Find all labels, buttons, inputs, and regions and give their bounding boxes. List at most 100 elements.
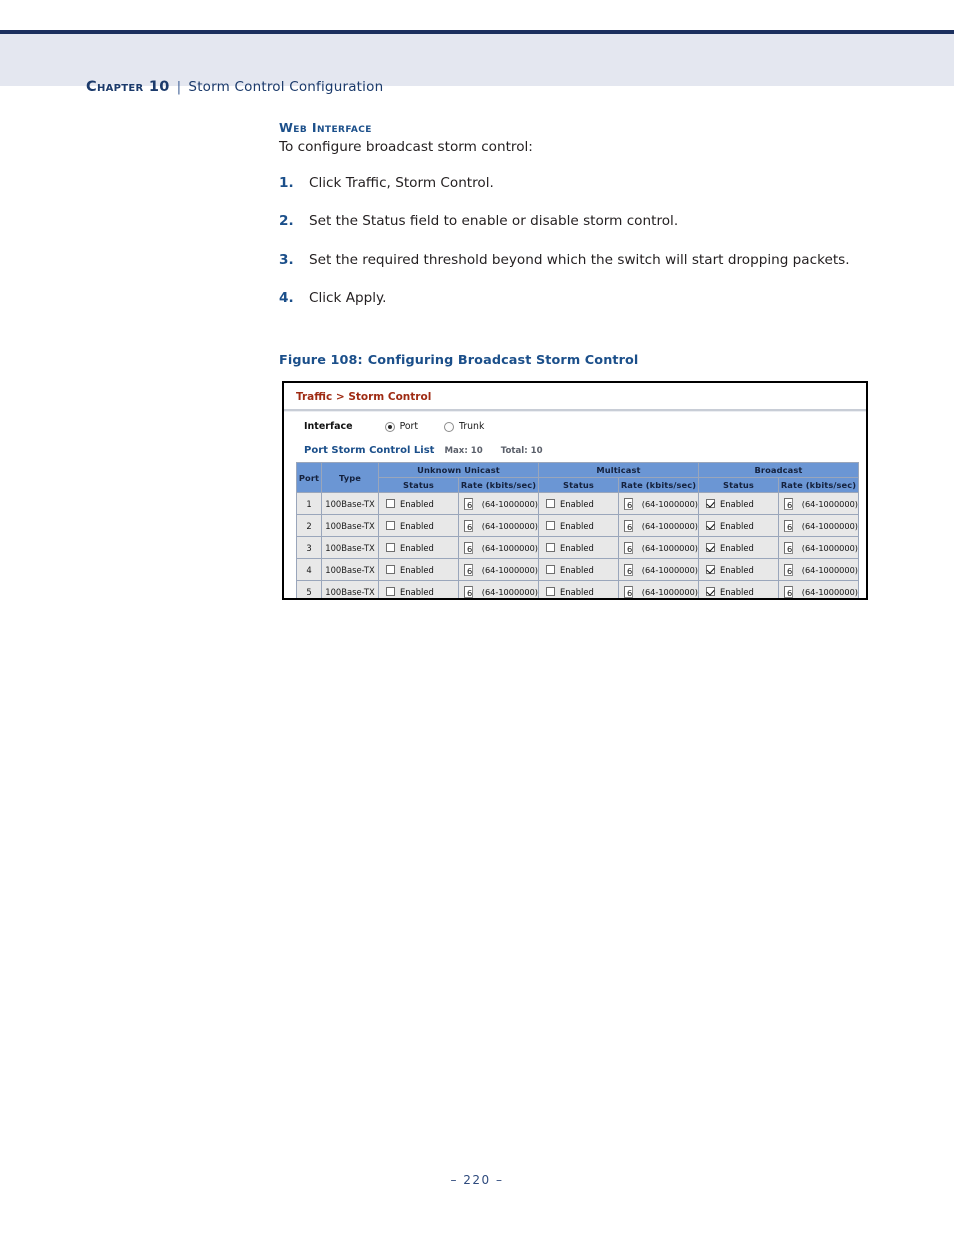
- cell-unicast-rate[interactable]: 64 (64-1000000): [458, 558, 539, 581]
- cell-multicast-rate[interactable]: 64 (64-1000000): [618, 514, 699, 537]
- input-unicast-rate[interactable]: 64: [464, 497, 473, 510]
- checkbox-multicast-enabled[interactable]: [546, 565, 555, 574]
- input-unicast-rate[interactable]: 600000: [464, 541, 473, 554]
- cell-unicast-status[interactable]: Enabled: [378, 536, 459, 559]
- radio-trunk-icon[interactable]: [444, 421, 455, 432]
- rate-range-hint: (64-1000000): [481, 564, 538, 575]
- checkbox-unicast-enabled[interactable]: [386, 499, 395, 508]
- header-chapter-title: Storm Control Configuration: [188, 79, 384, 95]
- table-sub-header-row: Status Rate (kbits/sec) Status Rate (kbi…: [297, 477, 859, 493]
- cell-broadcast-status[interactable]: Enabled: [698, 580, 779, 598]
- checkbox-broadcast-enabled[interactable]: [706, 565, 715, 574]
- cell-unicast-status[interactable]: Enabled: [378, 514, 459, 537]
- cell-unicast-rate[interactable]: 64 (64-1000000): [458, 580, 539, 598]
- cell-port: 3: [296, 536, 322, 559]
- list-title: Port Storm Control List: [304, 445, 435, 456]
- checkbox-label: Enabled: [560, 586, 594, 597]
- cell-broadcast-rate[interactable]: 64 (64-1000000): [778, 558, 859, 581]
- input-broadcast-rate[interactable]: 64: [784, 585, 793, 598]
- radio-port-label: Port: [399, 421, 419, 432]
- cell-broadcast-rate[interactable]: 64 (64-1000000): [778, 514, 859, 537]
- figure-caption-label: Figure 108:: [279, 353, 363, 368]
- cell-multicast-status[interactable]: Enabled: [538, 514, 619, 537]
- cell-broadcast-rate[interactable]: 64 (64-1000000): [778, 580, 859, 598]
- cell-unicast-status[interactable]: Enabled: [378, 580, 459, 598]
- checkbox-label: Enabled: [560, 498, 594, 509]
- rate-range-hint: (64-1000000): [641, 520, 698, 531]
- checkbox-label: Enabled: [400, 520, 434, 531]
- checkbox-label: Enabled: [400, 542, 434, 553]
- checkbox-unicast-enabled[interactable]: [386, 543, 395, 552]
- interface-selector-row: Interface Port Trunk: [304, 421, 510, 432]
- rate-range-hint: (64-1000000): [641, 498, 698, 509]
- checkbox-unicast-enabled[interactable]: [386, 565, 395, 574]
- checkbox-unicast-enabled[interactable]: [386, 587, 395, 596]
- cell-multicast-status[interactable]: Enabled: [538, 492, 619, 515]
- radio-option-trunk[interactable]: Trunk: [444, 421, 484, 432]
- cell-broadcast-status[interactable]: Enabled: [698, 536, 779, 559]
- checkbox-multicast-enabled[interactable]: [546, 587, 555, 596]
- cell-broadcast-rate[interactable]: 600000 (64-1000000): [778, 536, 859, 559]
- rate-range-hint: (64-1000000): [481, 520, 538, 531]
- cell-unicast-rate[interactable]: 600000 (64-1000000): [458, 536, 539, 559]
- table-head: Port Type Unknown Unicast Multicast Broa…: [296, 462, 859, 493]
- input-broadcast-rate[interactable]: 64: [784, 563, 793, 576]
- cell-multicast-rate[interactable]: 64 (64-1000000): [618, 492, 699, 515]
- cell-multicast-status[interactable]: Enabled: [538, 536, 619, 559]
- cell-unicast-status[interactable]: Enabled: [378, 492, 459, 515]
- input-multicast-rate[interactable]: 64: [624, 497, 633, 510]
- cell-multicast-rate[interactable]: 64 (64-1000000): [618, 558, 699, 581]
- checkbox-label: Enabled: [560, 564, 594, 575]
- input-multicast-rate[interactable]: 600000: [624, 541, 633, 554]
- cell-unicast-rate[interactable]: 64 (64-1000000): [458, 492, 539, 515]
- cell-unicast-rate[interactable]: 64 (64-1000000): [458, 514, 539, 537]
- checkbox-label: Enabled: [720, 520, 754, 531]
- checkbox-broadcast-enabled[interactable]: [706, 543, 715, 552]
- cell-multicast-rate[interactable]: 600000 (64-1000000): [618, 536, 699, 559]
- input-unicast-rate[interactable]: 64: [464, 563, 473, 576]
- figure-screenshot: Traffic > Storm Control Interface Port T…: [282, 381, 868, 600]
- step-number: 3.: [279, 251, 294, 268]
- input-multicast-rate[interactable]: 64: [624, 585, 633, 598]
- cell-unicast-status[interactable]: Enabled: [378, 558, 459, 581]
- breadcrumb: Traffic > Storm Control: [296, 391, 432, 403]
- col-header-unicast-status: Status: [378, 477, 459, 493]
- header-separator: |: [176, 79, 182, 95]
- checkbox-broadcast-enabled[interactable]: [706, 499, 715, 508]
- radio-option-port[interactable]: Port: [384, 421, 419, 432]
- checkbox-broadcast-enabled[interactable]: [706, 521, 715, 530]
- cell-broadcast-status[interactable]: Enabled: [698, 558, 779, 581]
- rate-range-hint: (64-1000000): [641, 542, 698, 553]
- checkbox-unicast-enabled[interactable]: [386, 521, 395, 530]
- section-heading-web-interface: Web Interface: [279, 120, 372, 135]
- checkbox-multicast-enabled[interactable]: [546, 543, 555, 552]
- rate-range-hint: (64-1000000): [641, 586, 698, 597]
- cell-broadcast-status[interactable]: Enabled: [698, 492, 779, 515]
- col-header-multicast-rate: Rate (kbits/sec): [618, 477, 699, 493]
- cell-multicast-status[interactable]: Enabled: [538, 580, 619, 598]
- cell-multicast-rate[interactable]: 64 (64-1000000): [618, 580, 699, 598]
- input-multicast-rate[interactable]: 64: [624, 563, 633, 576]
- figure-caption-title: Configuring Broadcast Storm Control: [367, 353, 639, 368]
- input-multicast-rate[interactable]: 64: [624, 519, 633, 532]
- radio-port-icon[interactable]: [384, 421, 395, 432]
- input-broadcast-rate[interactable]: 64: [784, 497, 793, 510]
- col-group-header-multicast: Multicast: [538, 462, 699, 478]
- checkbox-label: Enabled: [720, 542, 754, 553]
- checkbox-multicast-enabled[interactable]: [546, 521, 555, 530]
- step-text: Click Apply.: [309, 289, 387, 306]
- input-unicast-rate[interactable]: 64: [464, 519, 473, 532]
- cell-type: 100Base-TX: [321, 536, 379, 559]
- cell-broadcast-status[interactable]: Enabled: [698, 514, 779, 537]
- checkbox-label: Enabled: [720, 564, 754, 575]
- step-number: 2.: [279, 213, 294, 230]
- checkbox-broadcast-enabled[interactable]: [706, 587, 715, 596]
- input-unicast-rate[interactable]: 64: [464, 585, 473, 598]
- input-broadcast-rate[interactable]: 64: [784, 519, 793, 532]
- checkbox-multicast-enabled[interactable]: [546, 499, 555, 508]
- col-header-type: Type: [321, 462, 379, 493]
- input-broadcast-rate[interactable]: 600000: [784, 541, 793, 554]
- col-header-unicast-rate: Rate (kbits/sec): [458, 477, 539, 493]
- cell-multicast-status[interactable]: Enabled: [538, 558, 619, 581]
- cell-broadcast-rate[interactable]: 64 (64-1000000): [778, 492, 859, 515]
